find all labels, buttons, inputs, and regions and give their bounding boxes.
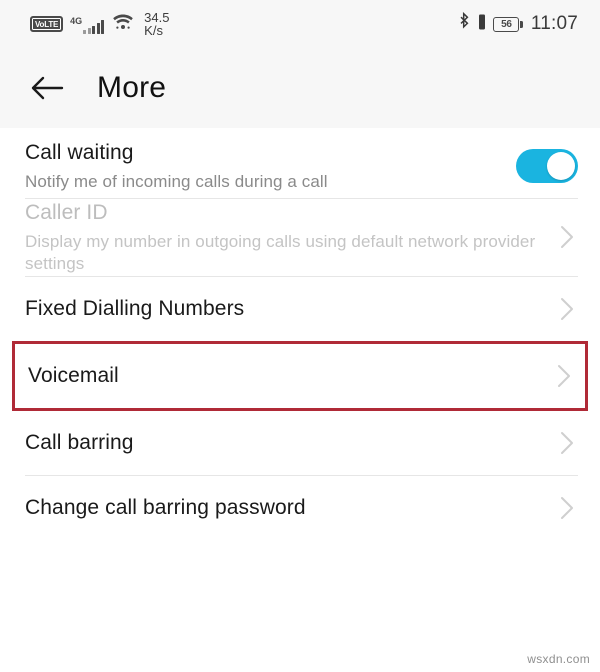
battery-icon: 56 [493, 16, 523, 32]
network-speed-indicator: 34.5 K/s [144, 11, 169, 38]
chevron-right-icon [556, 222, 578, 252]
settings-row-call-waiting[interactable]: Call waiting Notify me of incoming calls… [0, 134, 600, 198]
settings-row-call-barring[interactable]: Call barring [0, 411, 600, 475]
row-text-block: Call barring [25, 429, 556, 457]
battery-level-label: 56 [493, 16, 520, 32]
page-title: More [97, 71, 167, 104]
back-button[interactable] [27, 68, 67, 108]
app-bar: More [0, 48, 600, 128]
status-bar-right-group: 56 11:07 [458, 11, 578, 37]
call-waiting-toggle[interactable] [516, 149, 578, 183]
battery-nub [520, 20, 523, 28]
phone-screen: VoLTE 4G 34.5 K/s 56 11:07 More Call wai… [0, 0, 600, 672]
status-bar: VoLTE 4G 34.5 K/s 56 11:07 [0, 0, 600, 48]
settings-list: Call waiting Notify me of incoming calls… [0, 128, 600, 540]
row-title: Change call barring password [25, 496, 306, 520]
status-bar-clock: 11:07 [530, 13, 578, 34]
settings-row-change-call-barring-password[interactable]: Change call barring password [0, 476, 600, 540]
row-text-block: Voicemail [28, 362, 553, 390]
chevron-right-icon [553, 361, 575, 391]
row-title: Voicemail [28, 364, 119, 388]
signal-strength-bars [83, 19, 105, 34]
chevron-right-icon [556, 428, 578, 458]
settings-row-fixed-dialling-numbers[interactable]: Fixed Dialling Numbers [0, 277, 600, 341]
chevron-right-icon [556, 294, 578, 324]
vibrate-icon [477, 13, 487, 36]
back-arrow-icon [31, 76, 64, 100]
status-bar-left-group: VoLTE 4G 34.5 K/s [30, 11, 169, 38]
chevron-right-icon [556, 493, 578, 523]
settings-row-caller-id: Caller ID Display my number in outgoing … [0, 199, 600, 276]
row-title: Fixed Dialling Numbers [25, 297, 245, 321]
toggle-knob [547, 152, 575, 180]
row-title: Call waiting [25, 140, 134, 164]
wifi-icon [112, 13, 134, 36]
row-title: Caller ID [25, 201, 108, 224]
volte-icon: VoLTE [30, 16, 64, 32]
row-subtitle: Display my number in outgoing calls usin… [25, 231, 536, 274]
row-subtitle: Notify me of incoming calls during a cal… [25, 171, 328, 191]
row-text-block: Call waiting Notify me of incoming calls… [25, 139, 516, 193]
bluetooth-icon [458, 11, 471, 37]
row-title: Call barring [25, 431, 134, 455]
network-speed-unit: K/s [144, 22, 163, 38]
network-generation-label: 4G [70, 16, 83, 26]
row-text-block: Change call barring password [25, 494, 556, 522]
signal-bars-icon: 4G [69, 14, 105, 34]
watermark: wsxdn.com [527, 652, 590, 666]
settings-row-voicemail[interactable]: Voicemail [12, 340, 588, 411]
row-text-block: Caller ID Display my number in outgoing … [25, 199, 556, 276]
row-text-block: Fixed Dialling Numbers [25, 295, 556, 323]
